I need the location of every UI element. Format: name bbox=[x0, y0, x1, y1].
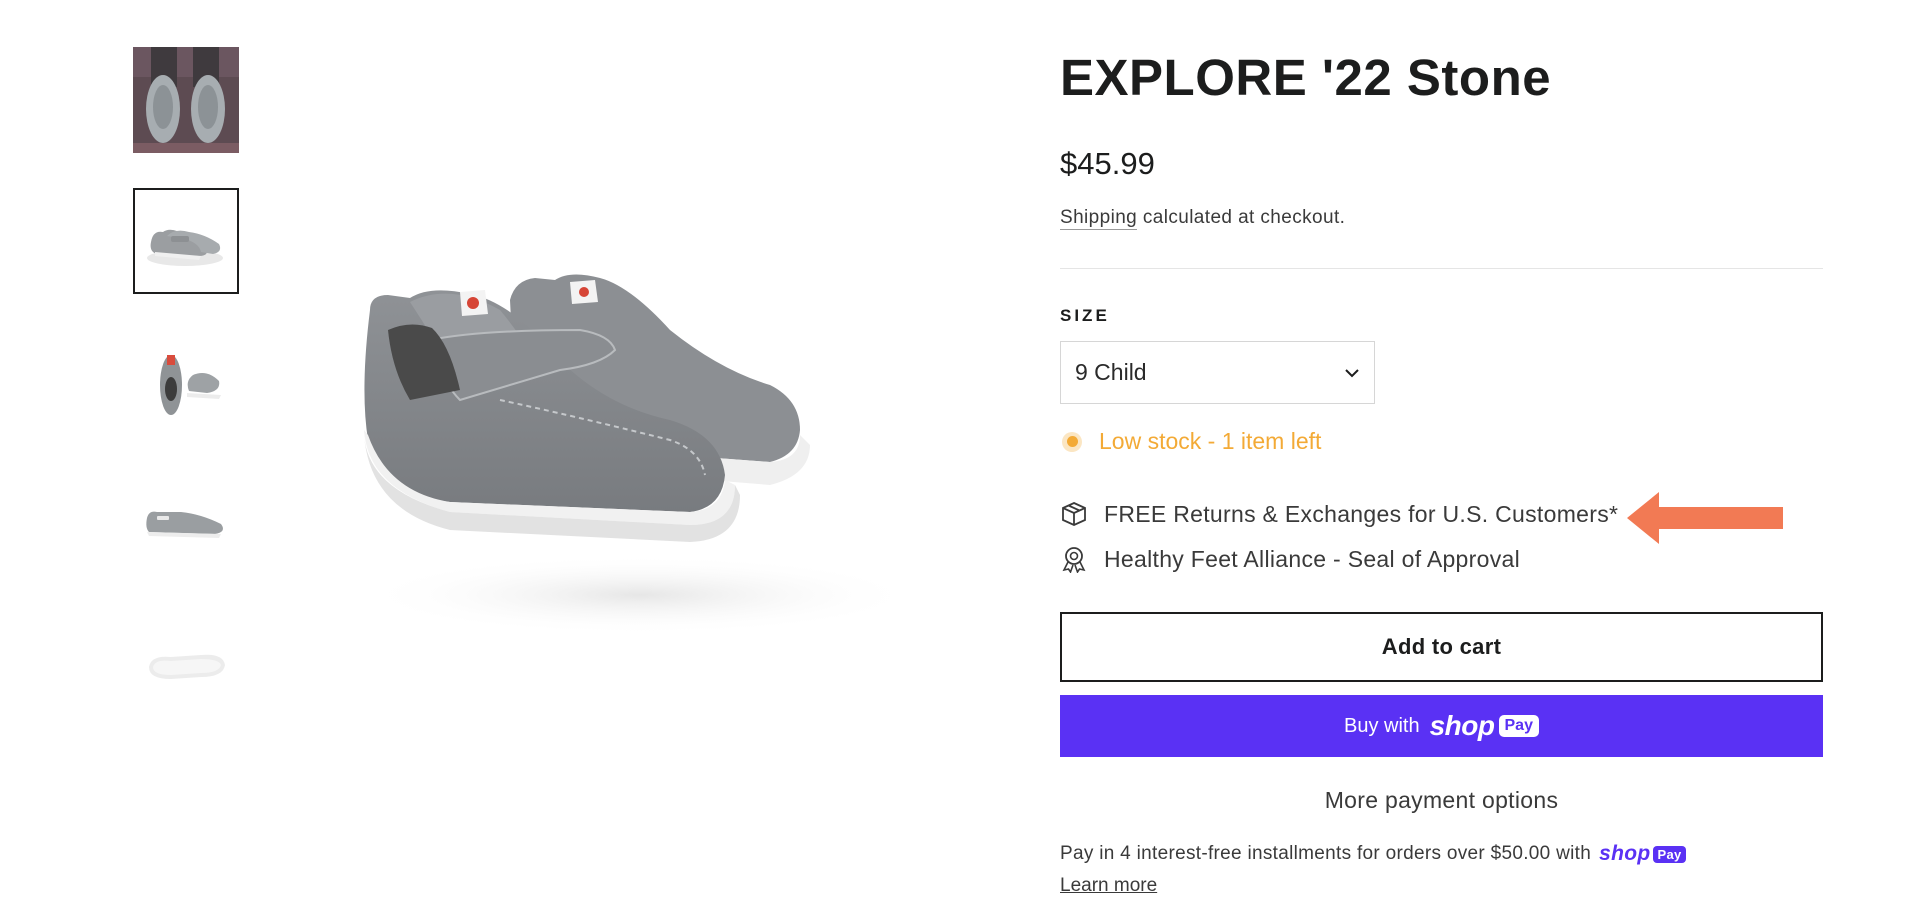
thumbnail-1[interactable] bbox=[133, 47, 239, 153]
shoe-sole-photo bbox=[149, 654, 225, 679]
installments-text: Pay in 4 interest-free installments for … bbox=[1060, 843, 1592, 864]
learn-more-link[interactable]: Learn more bbox=[1060, 875, 1157, 897]
award-icon bbox=[1062, 547, 1086, 573]
thumbnail-4[interactable] bbox=[133, 470, 239, 576]
shoe-top-view-photo bbox=[160, 355, 221, 415]
thumbnail-5[interactable] bbox=[133, 611, 239, 717]
size-select-value: 9 Child bbox=[1075, 359, 1147, 385]
buy-with-shop-pay-button[interactable]: Buy with shop Pay bbox=[1060, 695, 1823, 757]
perk-text: Healthy Feet Alliance - Seal of Approval bbox=[1104, 545, 1521, 572]
shop-pay-small-word: shop bbox=[1599, 842, 1651, 865]
stock-status: Low stock - 1 item left bbox=[1060, 428, 1321, 455]
box-icon bbox=[1062, 502, 1086, 526]
stock-dot-icon bbox=[1062, 431, 1082, 452]
more-payment-options-link[interactable]: More payment options bbox=[1060, 787, 1823, 814]
chevron-down-icon bbox=[1345, 368, 1359, 377]
pay-badge: Pay bbox=[1498, 715, 1539, 737]
product-title: EXPLORE '22 Stone bbox=[1060, 49, 1552, 106]
divider bbox=[1060, 268, 1823, 269]
buy-with-label: Buy with bbox=[1344, 714, 1420, 737]
size-select[interactable]: 9 Child bbox=[1060, 341, 1375, 404]
shoe-pair-side-photo bbox=[147, 229, 223, 266]
thumbnail-3[interactable] bbox=[133, 329, 239, 435]
shipping-link[interactable]: Shipping bbox=[1060, 207, 1138, 230]
stock-text: Low stock - 1 item left bbox=[1099, 428, 1322, 454]
shipping-note: Shipping calculated at checkout. bbox=[1060, 207, 1346, 230]
product-price: $45.99 bbox=[1060, 146, 1155, 181]
add-to-cart-button[interactable]: Add to cart bbox=[1060, 612, 1823, 682]
shipping-text: calculated at checkout. bbox=[1137, 207, 1346, 228]
size-label: SIZE bbox=[1060, 306, 1110, 325]
shoe-on-feet-photo bbox=[133, 47, 239, 153]
perk-free-returns: FREE Returns & Exchanges for U.S. Custom… bbox=[1060, 500, 1618, 528]
arrow-annotation bbox=[1627, 492, 1783, 544]
main-product-image[interactable] bbox=[340, 240, 920, 640]
shoe-pair-main-photo bbox=[360, 274, 920, 635]
thumbnail-2[interactable] bbox=[133, 188, 239, 294]
shop-pay-logo: shop bbox=[1429, 710, 1495, 741]
perk-text: FREE Returns & Exchanges for U.S. Custom… bbox=[1104, 500, 1619, 527]
installments-note: Pay in 4 interest-free installments for … bbox=[1060, 842, 1686, 866]
shop-pay-logo-small: shop Pay bbox=[1599, 842, 1686, 866]
pay-badge-small: Pay bbox=[1653, 845, 1686, 863]
shoe-side-view-photo bbox=[146, 511, 223, 538]
perk-healthy-feet: Healthy Feet Alliance - Seal of Approval bbox=[1060, 545, 1520, 573]
